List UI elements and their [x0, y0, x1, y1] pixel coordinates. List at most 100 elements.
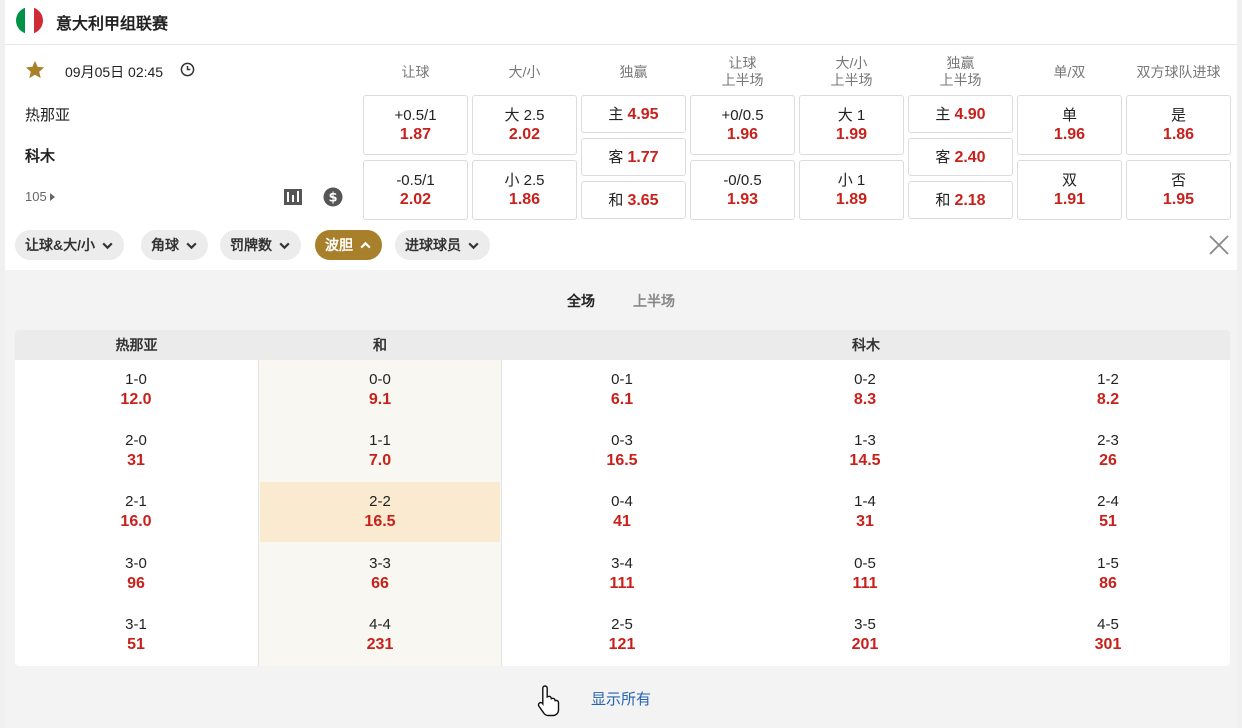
correct-score-cell[interactable]: 0-5 111: [745, 544, 985, 604]
correct-score-cell[interactable]: 0-2 8.3: [745, 360, 985, 420]
market-header-title: 大/小: [508, 63, 541, 80]
odds-button-home-win[interactable]: 主 4.95: [581, 95, 686, 133]
odds-button-handicap-1h-home[interactable]: +0/0.5 1.96: [690, 95, 795, 155]
score-odds: 111: [609, 574, 635, 592]
odds-button-draw[interactable]: 和 3.65: [581, 181, 686, 219]
score-label: 3-3: [369, 554, 391, 572]
column-header-away: 科木: [852, 337, 880, 353]
score-odds: 6.1: [610, 391, 634, 408]
correct-score-cell[interactable]: 4-4 231: [260, 605, 500, 665]
score-odds: 201: [851, 635, 879, 653]
odds-label: 客: [608, 148, 624, 166]
correct-score-cell[interactable]: 1-1 7.0: [260, 421, 500, 481]
odds-button-handicap-away[interactable]: -0.5/1 2.02: [363, 160, 468, 220]
odds-value: 1.96: [1053, 126, 1086, 143]
filter-goal-scorer[interactable]: 进球球员: [395, 230, 490, 260]
correct-score-cell[interactable]: 2-4 51: [988, 482, 1228, 542]
correct-score-cell[interactable]: 0-1 6.1: [502, 360, 742, 420]
score-label: 0-1: [611, 371, 633, 388]
odds-button-odd[interactable]: 单 1.96: [1017, 95, 1122, 155]
correct-score-cell[interactable]: 3-5 201: [745, 605, 985, 665]
score-odds: 31: [856, 513, 874, 531]
correct-score-cell[interactable]: 2-1 16.0: [16, 482, 256, 542]
score-odds: 41: [613, 513, 631, 531]
correct-score-cell[interactable]: 3-0 96: [16, 544, 256, 604]
odds-button-under-1h[interactable]: 小 1 1.89: [799, 160, 904, 220]
filter-bookings[interactable]: 罚牌数: [220, 230, 301, 260]
score-odds: 8.3: [853, 391, 877, 408]
correct-score-cell[interactable]: 1-5 86: [988, 544, 1228, 604]
score-label: 2-5: [611, 615, 633, 633]
odds-button-away-win-1h[interactable]: 客 2.40: [908, 138, 1013, 176]
correct-score-cell[interactable]: 1-3 14.5: [745, 421, 985, 481]
correct-score-cell[interactable]: 3-1 51: [16, 605, 256, 665]
odds-button-away-win[interactable]: 客 1.77: [581, 138, 686, 176]
filter-corners[interactable]: 角球: [141, 230, 208, 260]
odds-button-even[interactable]: 双 1.91: [1017, 160, 1122, 220]
correct-score-cell[interactable]: 2-2 16.5: [260, 482, 500, 543]
tab-full-time[interactable]: 全场: [567, 291, 595, 311]
dollar-icon[interactable]: $: [323, 187, 343, 207]
score-odds: 51: [127, 635, 145, 653]
odds-label: +0.5/1: [394, 107, 437, 124]
correct-score-cell[interactable]: 0-3 16.5: [502, 421, 742, 481]
score-label: 4-4: [369, 615, 391, 633]
italy-flag-icon: [16, 7, 43, 34]
correct-score-cell[interactable]: 1-4 31: [745, 482, 985, 542]
correct-score-cell[interactable]: 4-5 301: [988, 605, 1228, 665]
more-markets-link[interactable]: 105: [25, 189, 55, 204]
odds-value: 1.91: [1053, 191, 1086, 208]
correct-score-header: 热那亚 和 科木: [15, 330, 1230, 360]
correct-score-cell[interactable]: 2-0 31: [16, 421, 256, 481]
correct-score-cell[interactable]: 1-0 12.0: [16, 360, 256, 420]
correct-score-cell[interactable]: 2-5 121: [502, 605, 742, 665]
close-icon[interactable]: [1208, 234, 1230, 256]
odds-button-btts-no[interactable]: 否 1.95: [1126, 160, 1231, 220]
odds-label: 双: [1061, 172, 1077, 189]
correct-score-cell[interactable]: 1-2 8.2: [988, 360, 1228, 420]
odds-button-draw-1h[interactable]: 和 2.18: [908, 181, 1013, 219]
odds-button-handicap-home[interactable]: +0.5/1 1.87: [363, 95, 468, 155]
market-header-title: 单/双: [1053, 63, 1086, 80]
filter-handicap-over-under[interactable]: 让球&大/小: [15, 230, 124, 260]
show-all-link[interactable]: 显示所有: [591, 688, 651, 709]
chevron-down-icon: [102, 242, 113, 249]
odds-value: 1.86: [1162, 126, 1195, 143]
odds-button-handicap-1h-away[interactable]: -0/0.5 1.93: [690, 160, 795, 220]
score-odds: 16.5: [364, 513, 396, 531]
score-label: 2-2: [369, 493, 391, 511]
score-label: 3-4: [611, 554, 633, 572]
tab-first-half[interactable]: 上半场: [633, 291, 675, 311]
correct-score-table: 热那亚 和 科木 1-0 12.0 2-0 31 2-1 16.0 3-0 96 3-1 51 0-…: [15, 330, 1230, 666]
filter-correct-score[interactable]: 波胆: [315, 230, 382, 260]
filter-label: 让球&大/小: [25, 237, 95, 253]
market-header-sub: 上半场: [939, 72, 982, 88]
score-odds: 31: [127, 452, 145, 470]
correct-score-cell[interactable]: 2-3 26: [988, 421, 1228, 481]
correct-score-cell[interactable]: 3-4 111: [502, 544, 742, 604]
correct-score-cell[interactable]: 0-4 41: [502, 482, 742, 542]
score-label: 3-1: [125, 615, 147, 633]
odds-button-over-1h[interactable]: 大 1 1.99: [799, 95, 904, 155]
stats-icon[interactable]: [283, 187, 303, 207]
odds-button-under[interactable]: 小 2.5 1.86: [472, 160, 577, 220]
score-label: 1-3: [854, 432, 876, 450]
score-label: 1-2: [1097, 371, 1119, 388]
kickoff-time: 09月05日 02:45: [65, 64, 164, 80]
correct-score-cell[interactable]: 0-0 9.1: [260, 360, 500, 420]
score-label: 0-5: [854, 554, 876, 572]
league-header[interactable]: 意大利甲组联赛: [5, 0, 1237, 45]
odds-button-over[interactable]: 大 2.5 2.02: [472, 95, 577, 155]
score-label: 0-4: [611, 493, 633, 511]
odds-button-btts-yes[interactable]: 是 1.86: [1126, 95, 1231, 155]
star-icon[interactable]: [24, 59, 46, 81]
odds-label: -0.5/1: [396, 172, 435, 189]
score-label: 1-1: [369, 432, 391, 450]
score-odds: 51: [1099, 513, 1117, 531]
correct-score-cell[interactable]: 3-3 66: [260, 544, 500, 604]
odds-button-home-win-1h[interactable]: 主 4.90: [908, 95, 1013, 133]
market-header-over-under: 大/小: [472, 52, 577, 92]
market-header-moneyline-1h: 独赢 上半场: [908, 52, 1013, 92]
score-odds: 7.0: [368, 452, 392, 470]
column-header-draw: 和: [373, 337, 387, 353]
